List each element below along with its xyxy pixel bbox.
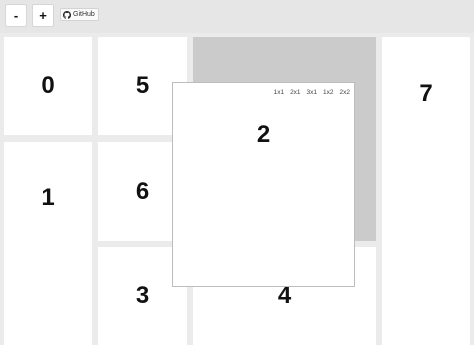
toolbar: - + GitHub	[0, 0, 474, 33]
tile-label: 0	[41, 72, 55, 99]
zoom-in-button[interactable]: +	[32, 4, 54, 27]
tile-label: 2	[256, 121, 271, 148]
github-icon	[63, 10, 71, 19]
tile-grid: 0 5 7 1 6 3 4 1x1 2x1 3x1 1x2 2x2 2	[0, 33, 474, 345]
tile-7[interactable]: 7	[382, 37, 470, 345]
size-option-1x1[interactable]: 1x1	[274, 89, 284, 96]
size-options: 1x1 2x1 3x1 1x2 2x2	[274, 89, 350, 96]
tile-label: 7	[419, 80, 433, 107]
tile-0[interactable]: 0	[4, 37, 92, 135]
tile-label: 5	[135, 72, 150, 99]
zoom-out-button[interactable]: -	[5, 4, 27, 27]
tile-label: 3	[135, 282, 150, 309]
tile-label: 6	[135, 177, 150, 205]
tile-label: 1	[41, 184, 55, 211]
tile-1[interactable]: 1	[4, 142, 92, 345]
github-link[interactable]: GitHub	[60, 8, 99, 21]
size-option-3x1[interactable]: 3x1	[307, 89, 317, 96]
size-option-2x1[interactable]: 2x1	[290, 89, 300, 96]
github-label: GitHub	[73, 11, 95, 18]
size-option-2x2[interactable]: 2x2	[340, 89, 350, 96]
dragging-tile-2[interactable]: 1x1 2x1 3x1 1x2 2x2 2	[172, 82, 355, 287]
size-option-1x2[interactable]: 1x2	[323, 89, 333, 96]
